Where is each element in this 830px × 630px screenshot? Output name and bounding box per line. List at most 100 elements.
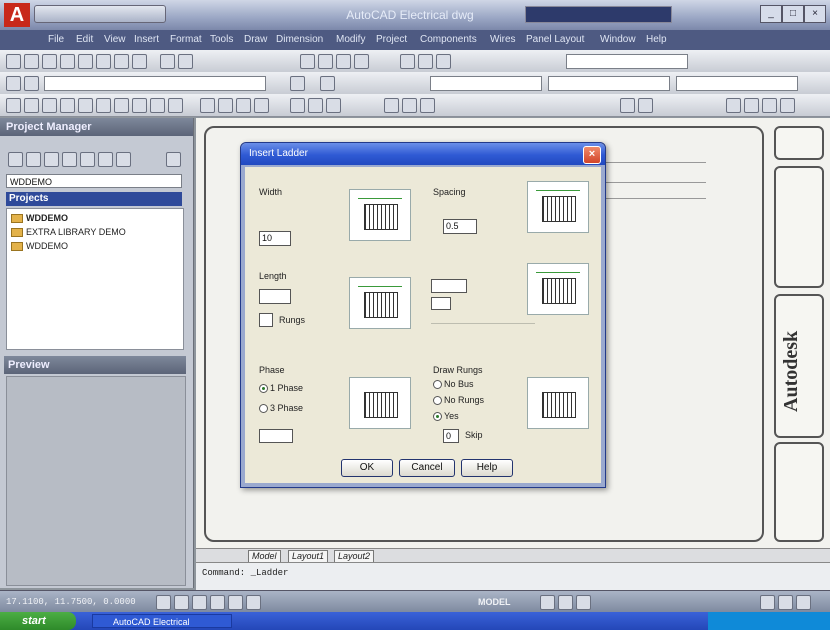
menu-insert[interactable]: Insert (134, 34, 159, 45)
tree-item[interactable]: WDDEMO (11, 213, 68, 224)
save-icon[interactable] (42, 54, 57, 69)
layer-state-icon[interactable] (24, 76, 39, 91)
menu-draw[interactable]: Draw (244, 34, 267, 45)
close-icon[interactable]: × (804, 5, 826, 23)
project-manager-icon[interactable] (6, 98, 21, 113)
print-icon[interactable] (60, 54, 75, 69)
linetype-combo[interactable] (548, 76, 670, 91)
next-drawing-icon[interactable] (638, 98, 653, 113)
quick-access-toolbar[interactable] (34, 5, 166, 23)
rung-count-input[interactable] (431, 279, 467, 293)
wire-tools-icon[interactable] (384, 98, 399, 113)
zoom-previous-icon[interactable] (354, 54, 369, 69)
cancel-button[interactable]: Cancel (399, 459, 455, 477)
menu-project[interactable]: Project (376, 34, 407, 45)
menu-modify[interactable]: Modify (336, 34, 365, 45)
new-project-icon[interactable] (26, 152, 41, 167)
surfer-icon[interactable] (254, 98, 269, 113)
layer-combo[interactable] (44, 76, 266, 91)
plc-module-icon[interactable] (200, 98, 215, 113)
properties-icon[interactable] (400, 54, 415, 69)
project-tasks-icon[interactable] (98, 152, 113, 167)
length-input[interactable] (259, 289, 291, 304)
zoom-window-icon[interactable] (336, 54, 351, 69)
footprint-icon[interactable] (290, 98, 305, 113)
symbol-builder-icon[interactable] (762, 98, 777, 113)
snap-icon[interactable] (156, 595, 171, 610)
menu-edit[interactable]: Edit (76, 34, 93, 45)
model-space-label[interactable]: MODEL (478, 597, 511, 607)
workspace-icon[interactable] (760, 595, 775, 610)
rungs-input[interactable] (259, 313, 273, 327)
previous-drawing-icon[interactable] (620, 98, 635, 113)
help-button[interactable]: Help (461, 459, 513, 477)
edit-component-icon[interactable] (42, 98, 57, 113)
redo-icon[interactable] (178, 54, 193, 69)
no-rungs-option[interactable]: No Rungs (433, 395, 484, 406)
insert-ladder-icon[interactable] (132, 98, 147, 113)
new-drawing-icon[interactable] (44, 152, 59, 167)
catalog-icon[interactable] (726, 98, 741, 113)
design-center-icon[interactable] (418, 54, 433, 69)
clean-screen-icon[interactable] (796, 595, 811, 610)
workspace-combo[interactable] (566, 54, 688, 69)
pan-status-icon[interactable] (558, 595, 573, 610)
menu-help[interactable]: Help (646, 34, 667, 45)
osnap-icon[interactable] (228, 595, 243, 610)
ok-button[interactable]: OK (341, 459, 393, 477)
menu-components[interactable]: Components (420, 34, 477, 45)
copy-component-icon[interactable] (78, 98, 93, 113)
zoom-icon[interactable] (318, 54, 333, 69)
phase-option-1[interactable]: 1 Phase (259, 383, 303, 394)
phase-option-3[interactable]: 3 Phase (259, 403, 303, 414)
new-icon[interactable] (6, 54, 21, 69)
menu-dimension[interactable]: Dimension (276, 34, 323, 45)
project-combo[interactable]: WDDEMO (6, 174, 182, 188)
wire-number-icon[interactable] (114, 98, 129, 113)
phase-spacing-input[interactable] (259, 429, 293, 443)
balloon-icon[interactable] (326, 98, 341, 113)
no-bus-option[interactable]: No Bus (433, 379, 474, 390)
zoom-status-icon[interactable] (576, 595, 591, 610)
pan-icon[interactable] (300, 54, 315, 69)
menu-tools[interactable]: Tools (210, 34, 233, 45)
rung-spacing-input[interactable] (431, 297, 451, 310)
maximize-icon[interactable]: □ (782, 5, 804, 23)
tool-palette-icon[interactable] (436, 54, 451, 69)
make-current-icon[interactable] (290, 76, 305, 91)
ortho-icon[interactable] (192, 595, 207, 610)
spacing-input[interactable]: 0.5 (443, 219, 477, 234)
open-icon[interactable] (24, 54, 39, 69)
open-project-icon[interactable] (8, 152, 23, 167)
start-button[interactable]: start (0, 612, 76, 630)
copy-icon[interactable] (114, 54, 129, 69)
search-input[interactable] (525, 6, 672, 23)
close-icon[interactable]: × (583, 146, 601, 164)
autocad-logo-icon[interactable]: A (4, 3, 30, 27)
preview-icon[interactable] (78, 54, 93, 69)
menu-wires[interactable]: Wires (490, 34, 516, 45)
otrack-icon[interactable] (246, 595, 261, 610)
audit-icon[interactable] (744, 98, 759, 113)
destination-arrow-icon[interactable] (420, 98, 435, 113)
color-combo[interactable] (430, 76, 542, 91)
project-help-icon[interactable] (166, 152, 181, 167)
terminal-icon[interactable] (218, 98, 233, 113)
cut-icon[interactable] (96, 54, 111, 69)
menu-panel-layout[interactable]: Panel Layout (526, 34, 584, 45)
quick-view-icon[interactable] (540, 595, 555, 610)
polar-icon[interactable] (210, 595, 225, 610)
scoot-icon[interactable] (150, 98, 165, 113)
taskbar-autocad-button[interactable]: AutoCAD Electrical (92, 614, 232, 628)
skip-input[interactable]: 0 (443, 429, 459, 443)
match-properties-icon[interactable] (320, 76, 335, 91)
refresh-icon[interactable] (62, 152, 77, 167)
menu-view[interactable]: View (104, 34, 126, 45)
cross-reference-icon[interactable] (168, 98, 183, 113)
menu-format[interactable]: Format (170, 34, 202, 45)
tree-item[interactable]: WDDEMO (11, 241, 68, 252)
source-arrow-icon[interactable] (402, 98, 417, 113)
projects-section-header[interactable]: Projects (6, 192, 182, 206)
menu-file[interactable]: File (48, 34, 64, 45)
tree-item[interactable]: EXTRA LIBRARY DEMO (11, 227, 126, 238)
